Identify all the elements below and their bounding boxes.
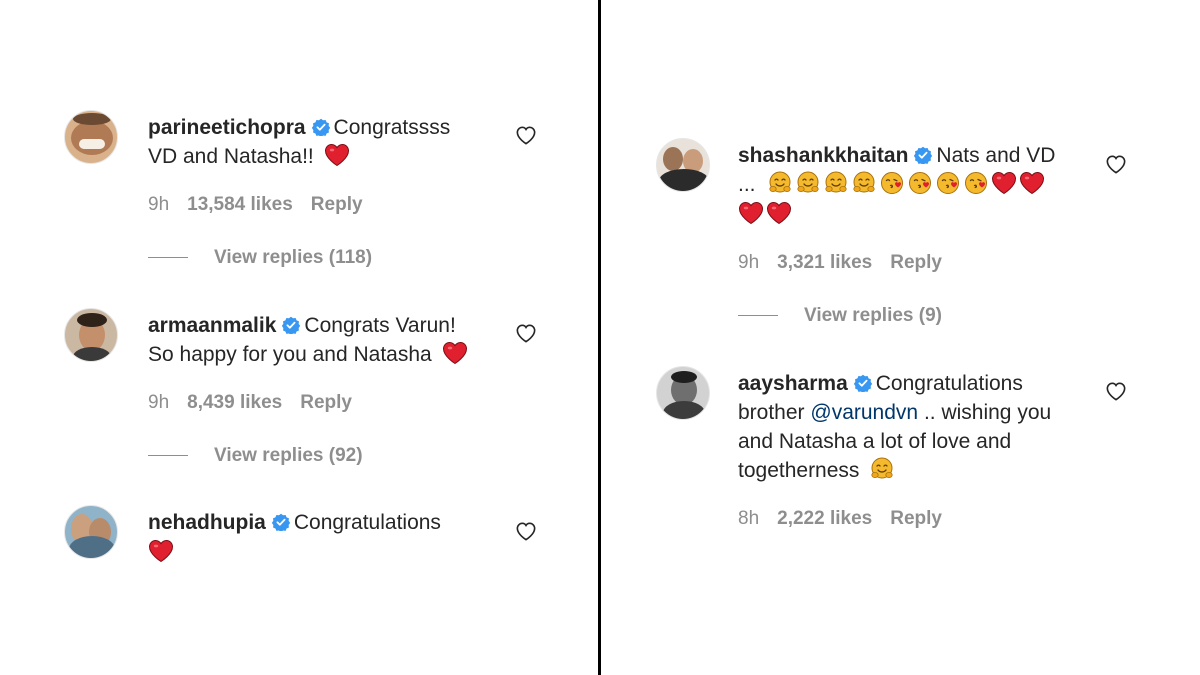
comment-text-line4: togetherness xyxy=(738,459,860,482)
comment-aaysharma: aaysharma Congratulations brother @varund… xyxy=(602,0,1200,560)
comment-text-line3: and Natasha a lot of love and xyxy=(738,430,1012,453)
like-heart-icon[interactable] xyxy=(1105,381,1127,401)
comment-nehadhupia: nehadhupia Congratulations xyxy=(0,0,598,600)
comment-text-line1: Congratulations xyxy=(293,511,441,534)
comment-text-line1: Congratulations xyxy=(875,372,1023,395)
reply-button[interactable]: Reply xyxy=(890,508,942,529)
username[interactable]: aaysharma xyxy=(738,372,848,395)
likes-count[interactable]: 2,222 likes xyxy=(777,508,872,529)
right-comments-panel: shashankkhaitan Nats and VD ... 9h 3,321 l… xyxy=(602,0,1200,675)
comment-body: aaysharma Congratulations brother @varund… xyxy=(738,369,1098,485)
red-heart-emoji xyxy=(148,539,174,563)
username[interactable]: nehadhupia xyxy=(148,511,266,534)
verified-badge-icon xyxy=(272,513,290,531)
like-heart-icon[interactable] xyxy=(515,521,537,541)
avatar[interactable] xyxy=(656,366,710,420)
comment-body: nehadhupia Congratulations xyxy=(148,508,488,567)
smiling-hug-emoji xyxy=(869,457,895,481)
mention-link[interactable]: @varundvn xyxy=(810,401,918,424)
left-comments-panel: parineetichopra Congratssss VD and Natash… xyxy=(0,0,598,675)
comment-text-line2-prefix: brother xyxy=(738,401,805,424)
panel-divider xyxy=(598,0,601,675)
comment-meta: 8h 2,222 likes Reply xyxy=(738,508,960,530)
avatar[interactable] xyxy=(64,505,118,559)
verified-badge-icon xyxy=(854,374,872,392)
comment-time: 8h xyxy=(738,508,760,529)
comment-text-line2-suffix: .. wishing you xyxy=(923,401,1052,424)
